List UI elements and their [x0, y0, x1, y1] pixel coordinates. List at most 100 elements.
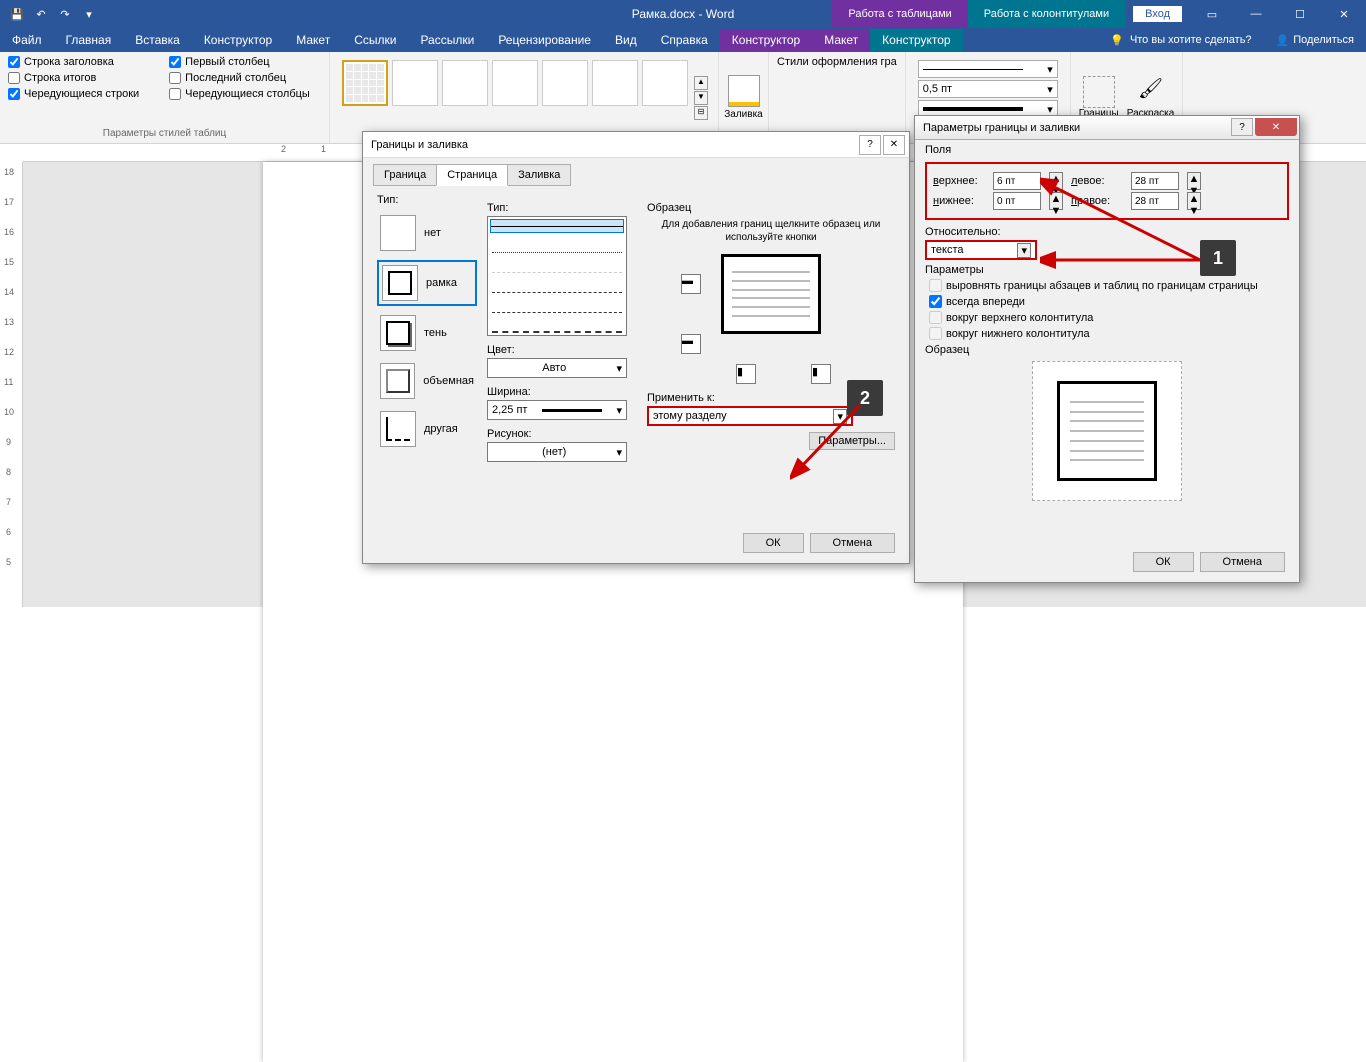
- check-last-col[interactable]: Последний столбец: [169, 72, 310, 84]
- share-button[interactable]: 👤 Поделиться: [1264, 30, 1366, 51]
- apply-to-select[interactable]: этому разделу▾: [647, 406, 853, 426]
- check-total-row[interactable]: Строка итогов: [8, 72, 139, 84]
- type-3d[interactable]: объемная: [377, 360, 477, 402]
- tab-insert[interactable]: Вставка: [123, 29, 192, 51]
- right-margin-label: правое:: [1071, 195, 1123, 207]
- tell-me-search[interactable]: 💡 Что вы хотите сделать?: [1098, 34, 1263, 47]
- edge-left-button[interactable]: ▮: [736, 364, 756, 384]
- dialog2-help-icon[interactable]: ?: [1231, 118, 1253, 136]
- relative-label: Относительно:: [925, 226, 1289, 238]
- preview-label: Образец: [647, 202, 895, 214]
- tab-review[interactable]: Рецензирование: [486, 29, 603, 51]
- format-painter-button[interactable]: 🖌 Раскраска: [1127, 76, 1175, 119]
- tab-file[interactable]: Файл: [0, 29, 54, 51]
- tab-view[interactable]: Вид: [603, 29, 649, 51]
- callout-2: 2: [847, 380, 883, 416]
- check-around-header[interactable]: вокруг верхнего колонтитула: [929, 311, 1285, 324]
- type-box[interactable]: рамка: [377, 260, 477, 306]
- vertical-ruler: 18 17 16 15 14 13 12 11 10 9 8 7 6 5: [0, 162, 23, 607]
- relative-to-select[interactable]: текста▾: [925, 240, 1037, 260]
- undo-icon[interactable]: ↶: [32, 5, 50, 23]
- top-margin-label: верхнее:: [933, 175, 985, 187]
- type-none[interactable]: нет: [377, 212, 477, 254]
- check-around-footer[interactable]: вокруг нижнего колонтитула: [929, 327, 1285, 340]
- maximize-icon[interactable]: ☐: [1278, 0, 1322, 28]
- ribbon-display-icon[interactable]: ▭: [1190, 0, 1234, 28]
- lightbulb-icon: 💡: [1110, 34, 1124, 47]
- line-style-list[interactable]: [487, 216, 627, 336]
- check-align-borders[interactable]: выровнять границы абзацев и таблиц по гр…: [929, 279, 1285, 292]
- gallery-more-icon[interactable]: ⊟: [694, 106, 708, 120]
- edge-bottom-button[interactable]: ▬: [681, 334, 701, 354]
- edge-top-button[interactable]: ▬: [681, 274, 701, 294]
- borders-button[interactable]: Границы: [1079, 76, 1119, 119]
- color-label: Цвет:: [487, 344, 637, 356]
- check-banded-cols[interactable]: Чередующиеся столбцы: [169, 88, 310, 100]
- tab-layout[interactable]: Макет: [284, 29, 342, 51]
- save-icon[interactable]: 💾: [8, 5, 26, 23]
- preview-hint: Для добавления границ щелкните образец и…: [647, 218, 895, 244]
- minimize-icon[interactable]: —: [1234, 0, 1278, 28]
- shading-button[interactable]: Заливка: [719, 52, 769, 143]
- table-styles-gallery[interactable]: [338, 56, 692, 139]
- color-select[interactable]: Авто▾: [487, 358, 627, 378]
- tab-home[interactable]: Главная: [54, 29, 124, 51]
- cancel-button[interactable]: Отмена: [810, 533, 895, 553]
- pen-style-select[interactable]: ▾: [918, 60, 1058, 78]
- pen-width-select[interactable]: 0,5 пт▾: [918, 80, 1058, 98]
- width-select[interactable]: 2,25 пт▾: [487, 400, 627, 420]
- tab-help[interactable]: Справка: [649, 29, 720, 51]
- gallery-up-icon[interactable]: ▲: [694, 76, 708, 90]
- margins-group: верхнее: 6 пт ▲▼ левое: 28 пт ▲▼ нижнее:…: [925, 162, 1289, 220]
- tab-mailings[interactable]: Рассылки: [408, 29, 486, 51]
- context-tab-table: Работа с таблицами: [832, 0, 967, 28]
- top-margin-spinner[interactable]: ▲▼: [1049, 172, 1063, 190]
- bottom-margin-input[interactable]: 0 пт: [993, 192, 1041, 210]
- dialog2-close-icon[interactable]: ✕: [1255, 118, 1297, 136]
- dialog2-ok-button[interactable]: ОК: [1133, 552, 1194, 572]
- tab-table-constructor[interactable]: Конструктор: [720, 29, 812, 51]
- tab-header-constructor[interactable]: Конструктор: [870, 29, 962, 51]
- preview-sample[interactable]: [721, 254, 821, 334]
- left-margin-input[interactable]: 28 пт: [1131, 172, 1179, 190]
- type-custom[interactable]: другая: [377, 408, 477, 450]
- qat-dropdown-icon[interactable]: ▾: [80, 5, 98, 23]
- bucket-icon: [728, 75, 760, 107]
- check-banded-rows[interactable]: Чередующиеся строки: [8, 88, 139, 100]
- tab-page[interactable]: Страница: [436, 164, 508, 186]
- edge-right-button[interactable]: ▮: [811, 364, 831, 384]
- dialog-close-icon[interactable]: ✕: [883, 135, 905, 155]
- ok-button[interactable]: ОК: [743, 533, 804, 553]
- border-options-dialog: Параметры границы и заливки ? ✕ Поля вер…: [914, 115, 1300, 583]
- login-button[interactable]: Вход: [1133, 6, 1182, 22]
- dialog2-cancel-button[interactable]: Отмена: [1200, 552, 1285, 572]
- tab-table-layout[interactable]: Макет: [812, 29, 870, 51]
- gallery-down-icon[interactable]: ▼: [694, 91, 708, 105]
- dialog2-titlebar[interactable]: Параметры границы и заливки ? ✕: [915, 116, 1299, 140]
- right-margin-input[interactable]: 28 пт: [1131, 192, 1179, 210]
- document-title: Рамка.docx - Word: [632, 7, 735, 21]
- dialog-help-icon[interactable]: ?: [859, 135, 881, 155]
- right-margin-spinner[interactable]: ▲▼: [1187, 192, 1201, 210]
- bottom-margin-spinner[interactable]: ▲▼: [1049, 192, 1063, 210]
- left-margin-spinner[interactable]: ▲▼: [1187, 172, 1201, 190]
- check-always-front[interactable]: всегда впереди: [929, 295, 1285, 308]
- tab-fill[interactable]: Заливка: [507, 164, 571, 186]
- art-select[interactable]: (нет)▾: [487, 442, 627, 462]
- redo-icon[interactable]: ↷: [56, 5, 74, 23]
- top-margin-input[interactable]: 6 пт: [993, 172, 1041, 190]
- art-label: Рисунок:: [487, 428, 637, 440]
- options-button[interactable]: Параметры...: [809, 432, 895, 450]
- dialog-titlebar[interactable]: Границы и заливка ? ✕: [363, 132, 909, 158]
- ribbon-tabs: Файл Главная Вставка Конструктор Макет С…: [0, 28, 1366, 52]
- check-header-row[interactable]: Строка заголовка: [8, 56, 139, 68]
- type-shadow[interactable]: тень: [377, 312, 477, 354]
- tab-links[interactable]: Ссылки: [342, 29, 408, 51]
- tab-border[interactable]: Граница: [373, 164, 437, 186]
- tab-constructor[interactable]: Конструктор: [192, 29, 284, 51]
- group-label-style-options: Параметры стилей таблиц: [8, 128, 321, 139]
- check-first-col[interactable]: Первый столбец: [169, 56, 310, 68]
- callout-1: 1: [1200, 240, 1236, 276]
- close-icon[interactable]: ✕: [1322, 0, 1366, 28]
- titlebar: 💾 ↶ ↷ ▾ Рамка.docx - Word Работа с табли…: [0, 0, 1366, 28]
